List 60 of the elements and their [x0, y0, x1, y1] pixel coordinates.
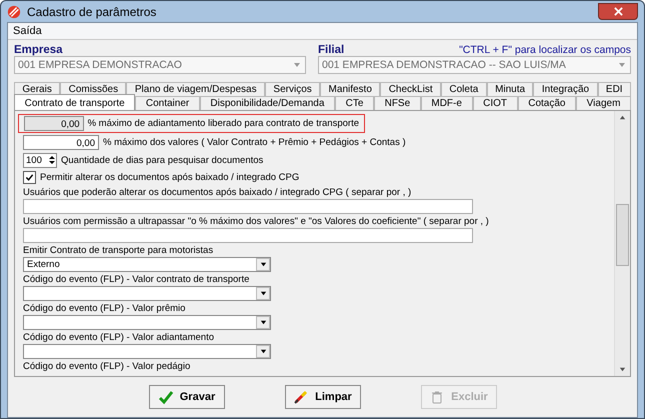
- dropdown-arrow-icon: [260, 348, 266, 355]
- scroll-down-icon: [619, 366, 626, 373]
- tab[interactable]: Integração: [533, 82, 598, 96]
- spinner-arrows-icon: [48, 154, 56, 166]
- menu-item[interactable]: Saída: [13, 25, 42, 37]
- field-label: % máximo de adiantamento liberado para contrato de transporte: [88, 118, 359, 130]
- tab[interactable]: MDF-e: [420, 96, 473, 110]
- field-label: Empresa: [14, 44, 64, 56]
- tab[interactable]: CheckList: [380, 82, 441, 96]
- field-label: Código do evento (FLP) - Valor pedágio: [23, 360, 192, 373]
- hint-text: "CTRL + F" para localizar os campos: [459, 44, 631, 56]
- field-label: Usuários com permissão a ultrapassar "o % máximo dos valores" e "os Valores do coeficiente" ( separar por , ): [23, 216, 490, 227]
- field-label: Quantidade de dias para pesquisar documentos: [61, 154, 264, 166]
- eraser-icon: [293, 389, 310, 405]
- app-logo-icon: [7, 4, 21, 18]
- window-title: Cadastro de parâmetros: [27, 4, 156, 18]
- tab[interactable]: Manifesto: [320, 82, 380, 96]
- tab[interactable]: Serviços: [265, 82, 320, 96]
- dropdown-arrow-icon: [618, 61, 626, 69]
- checkbox[interactable]: [23, 170, 36, 184]
- text-field[interactable]: [23, 228, 473, 243]
- field-label: Código do evento (FLP) - Valor adiantamento: [23, 332, 215, 343]
- field-label: Código do evento (FLP) - Valor prêmio: [23, 302, 186, 314]
- save-button[interactable]: Gravar: [148, 385, 224, 409]
- close-button[interactable]: [598, 3, 638, 20]
- tab[interactable]: Minuta: [486, 82, 534, 96]
- field-label: Usuários que poderão alterar os documentos após baixado / integrado CPG ( separar por , ): [23, 186, 412, 198]
- text-field[interactable]: [23, 198, 473, 214]
- clear-button[interactable]: Limpar: [284, 385, 360, 409]
- scroll-up-icon: [619, 114, 626, 121]
- close-icon: [614, 7, 622, 16]
- number-field[interactable]: 0,00: [23, 135, 99, 150]
- field-label: Filial: [318, 44, 344, 56]
- spinner-field[interactable]: 100: [23, 152, 57, 168]
- tab[interactable]: Container: [135, 96, 200, 110]
- tab[interactable]: Viagem: [576, 96, 632, 110]
- checkmark-icon: [158, 389, 174, 405]
- dropdown[interactable]: [23, 344, 271, 359]
- scrollbar[interactable]: [614, 111, 630, 376]
- tab[interactable]: CTe: [335, 96, 374, 110]
- tab[interactable]: NFSe: [374, 96, 421, 110]
- tab[interactable]: CIOT: [472, 96, 518, 110]
- checkbox-label: Permitir alterar os documentos após baixado / integrado CPG: [40, 172, 300, 183]
- field-label: Emitir Contrato de transporte para motoristas: [23, 244, 214, 256]
- tab[interactable]: Disponibilidade/Demanda: [200, 96, 335, 110]
- tab[interactable]: Plano de viagem/Despesas: [126, 82, 266, 96]
- dropdown-arrow-icon: [260, 290, 266, 297]
- dropdown-arrow-icon: [260, 260, 266, 268]
- tab[interactable]: EDI: [598, 82, 631, 96]
- dropdown-arrow-icon: [293, 61, 301, 69]
- field-label: % máximo dos valores ( Valor Contrato + Prêmio + Pedágios + Contas ): [103, 137, 406, 148]
- tab[interactable]: Coleta: [440, 82, 487, 96]
- dropdown[interactable]: [23, 314, 271, 330]
- dropdown[interactable]: Externo: [23, 256, 271, 272]
- scrollbar-thumb[interactable]: [616, 204, 629, 266]
- field-label: Código do evento (FLP) - Valor contrato de transporte: [23, 274, 250, 285]
- dropdown-arrow-icon: [260, 318, 266, 326]
- dropdown[interactable]: [23, 286, 271, 301]
- tab[interactable]: Cotação: [518, 96, 576, 110]
- tab[interactable]: Contrato de transporte: [14, 94, 136, 110]
